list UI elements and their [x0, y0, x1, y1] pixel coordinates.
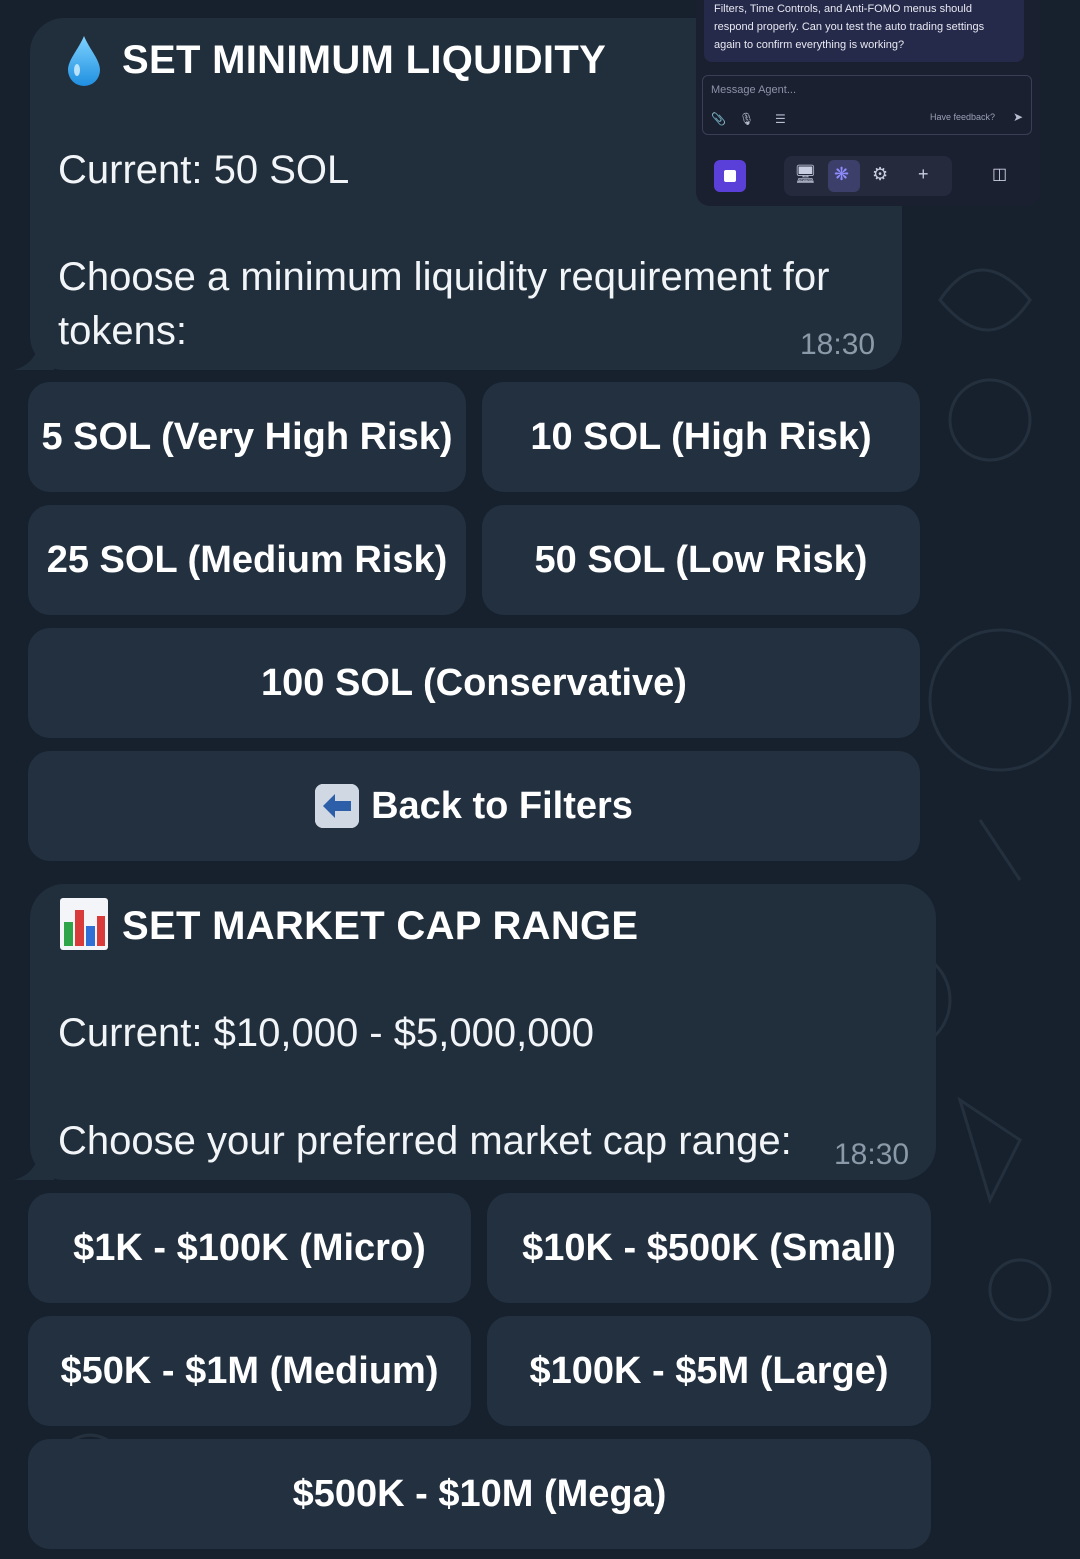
back-to-filters-button[interactable]: Back to Filters: [28, 751, 920, 861]
liquidity-option-10-sol[interactable]: 10 SOL (High Risk): [482, 382, 920, 492]
brain-icon[interactable]: ⚙: [872, 164, 888, 185]
marketcap-option-medium[interactable]: $50K - $1M (Medium): [28, 1316, 471, 1426]
back-to-filters-label: Back to Filters: [371, 784, 633, 827]
sliders-icon[interactable]: ☰: [775, 112, 786, 126]
marketcap-prompt: Choose your preferred market cap range:: [58, 1119, 792, 1163]
marketcap-option-micro[interactable]: $1K - $100K (Micro): [28, 1193, 471, 1303]
liquidity-option-50-sol[interactable]: 50 SOL (Low Risk): [482, 505, 920, 615]
attach-icon[interactable]: 📎: [711, 112, 726, 126]
plus-icon[interactable]: +: [918, 164, 929, 185]
marketcap-message-bubble: SET MARKET CAP RANGE Current: $10,000 - …: [14, 884, 936, 1180]
agent-message-line1: Filters, Time Controls, and Anti-FOMO me…: [714, 3, 972, 15]
microphone-icon[interactable]: 🎙: [739, 112, 754, 126]
agent-mode-icon[interactable]: ❋: [834, 164, 849, 185]
liquidity-current: Current: 50 SOL: [58, 148, 350, 192]
liquidity-prompt-line1: Choose a minimum liquidity requirement f…: [58, 255, 830, 299]
liquidity-option-5-sol[interactable]: 5 SOL (Very High Risk): [28, 382, 466, 492]
message-agent-input[interactable]: Message Agent... 📎 🎙 ☰ Have feedback? ➤: [702, 75, 1032, 135]
liquidity-option-25-sol[interactable]: 25 SOL (Medium Risk): [28, 505, 466, 615]
agent-message-line2: respond properly. Can you test the auto …: [714, 21, 985, 33]
marketcap-option-large[interactable]: $100K - $5M (Large): [487, 1316, 931, 1426]
monitor-icon[interactable]: 🖥: [794, 164, 817, 185]
liquidity-option-100-sol[interactable]: 100 SOL (Conservative): [28, 628, 920, 738]
message-timestamp: 18:30: [800, 328, 876, 361]
panel-layout-icon[interactable]: ◫: [992, 164, 1007, 184]
back-arrow-icon: [315, 784, 360, 828]
liquidity-prompt-line2: tokens:: [58, 309, 187, 353]
message-agent-placeholder: Message Agent...: [711, 84, 796, 96]
marketcap-option-small[interactable]: $10K - $500K (Small): [487, 1193, 931, 1303]
send-icon[interactable]: ➤: [1013, 110, 1023, 124]
agent-toolbar: 🖥 ❋ ⚙ +: [784, 156, 952, 196]
bar-chart-icon: [60, 898, 108, 955]
agent-message-line3: again to confirm everything is working?: [714, 39, 905, 51]
agent-message: Filters, Time Controls, and Anti-FOMO me…: [704, 0, 1024, 62]
feedback-link[interactable]: Have feedback?: [930, 112, 995, 122]
bubble-tail: [14, 340, 54, 370]
agent-panel: Filters, Time Controls, and Anti-FOMO me…: [696, 0, 1040, 206]
droplet-icon: [66, 34, 102, 93]
liquidity-title: SET MINIMUM LIQUIDITY: [122, 38, 607, 82]
message-timestamp: 18:30: [834, 1138, 910, 1171]
marketcap-title: SET MARKET CAP RANGE: [122, 904, 639, 948]
marketcap-option-mega[interactable]: $500K - $10M (Mega): [28, 1439, 931, 1549]
marketcap-current: Current: $10,000 - $5,000,000: [58, 1011, 594, 1055]
bubble-tail: [14, 1150, 54, 1180]
stop-button[interactable]: [714, 160, 746, 192]
